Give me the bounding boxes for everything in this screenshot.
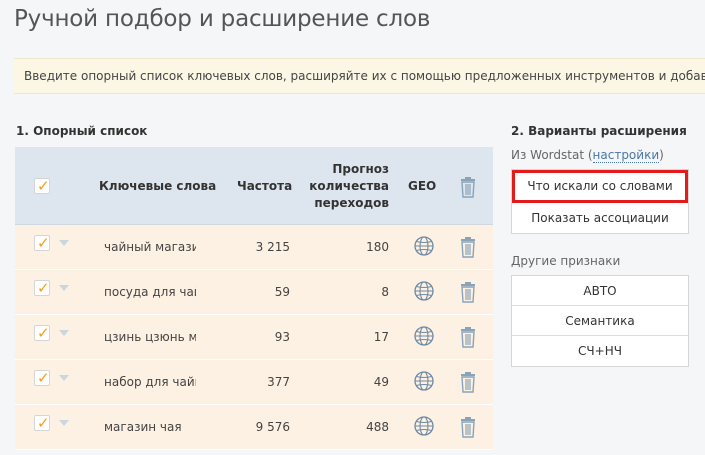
show-associations-button[interactable]: Показать ассоциации bbox=[512, 203, 688, 233]
auto-button[interactable]: АВТО bbox=[512, 276, 688, 306]
wordstat-prefix: Из Wordstat ( bbox=[511, 148, 593, 162]
row-checkbox[interactable]: ✓ bbox=[34, 369, 50, 387]
trash-icon[interactable] bbox=[459, 416, 477, 438]
table-row: ✓ цзинь цзюнь магазин 93 17 bbox=[15, 315, 493, 360]
check-icon: ✓ bbox=[37, 324, 50, 342]
searched-with-words-button[interactable]: Что искали со словами bbox=[512, 170, 688, 203]
column-forecast[interactable]: Прогноз количества переходов bbox=[297, 161, 389, 212]
row-checkbox[interactable]: ✓ bbox=[34, 234, 50, 252]
info-bar: Введите опорный список ключевых слов, ра… bbox=[14, 58, 705, 94]
row-checkbox[interactable]: ✓ bbox=[34, 279, 50, 297]
forecast-cell: 180 bbox=[366, 240, 389, 254]
column-frequency[interactable]: Частота bbox=[237, 179, 292, 193]
globe-icon[interactable] bbox=[413, 235, 435, 257]
mid-low-freq-button[interactable]: СЧ+НЧ bbox=[512, 336, 688, 366]
frequency-cell: 59 bbox=[274, 285, 290, 299]
chevron-down-icon[interactable] bbox=[59, 330, 69, 336]
column-geo: GEO bbox=[408, 179, 437, 193]
forecast-cell: 488 bbox=[366, 420, 389, 434]
reference-list-title: 1. Опорный список bbox=[16, 124, 148, 138]
keyword-cell[interactable]: магазин чая bbox=[104, 420, 196, 434]
check-icon: ✓ bbox=[37, 177, 50, 195]
wordstat-settings-link[interactable]: настройки bbox=[592, 148, 660, 163]
wordstat-label: Из Wordstat (настройки) bbox=[511, 148, 664, 163]
chevron-down-icon[interactable] bbox=[59, 375, 69, 381]
keyword-cell[interactable]: посуда для чайной bbox=[104, 285, 196, 299]
other-features-button-group: АВТО Семантика СЧ+НЧ bbox=[511, 275, 689, 367]
keywords-table: ✓ Ключевые слова Частота Прогноз количес… bbox=[15, 147, 493, 455]
row-checkbox[interactable]: ✓ bbox=[34, 414, 50, 432]
row-checkbox[interactable]: ✓ bbox=[34, 324, 50, 342]
globe-icon[interactable] bbox=[413, 370, 435, 392]
forecast-cell: 49 bbox=[373, 375, 389, 389]
check-icon: ✓ bbox=[37, 414, 50, 432]
forecast-cell: 17 bbox=[373, 330, 389, 344]
check-icon: ✓ bbox=[37, 234, 50, 252]
column-forecast-line2: количества bbox=[309, 179, 389, 193]
chevron-down-icon[interactable] bbox=[59, 420, 69, 426]
check-icon: ✓ bbox=[37, 369, 50, 387]
globe-icon[interactable] bbox=[413, 325, 435, 347]
table-header: ✓ Ключевые слова Частота Прогноз количес… bbox=[15, 147, 493, 225]
chevron-down-icon[interactable] bbox=[59, 285, 69, 291]
column-keywords[interactable]: Ключевые слова bbox=[99, 179, 216, 193]
frequency-cell: 377 bbox=[267, 375, 290, 389]
frequency-cell: 93 bbox=[274, 330, 290, 344]
select-all-checkbox[interactable]: ✓ bbox=[34, 177, 50, 195]
column-forecast-line1: Прогноз bbox=[332, 162, 389, 176]
expansion-options-title: 2. Варианты расширения bbox=[511, 124, 687, 138]
other-features-title: Другие признаки bbox=[511, 254, 621, 268]
delete-all-trash-icon[interactable] bbox=[459, 176, 477, 198]
chevron-down-icon[interactable] bbox=[59, 240, 69, 246]
globe-icon[interactable] bbox=[413, 280, 435, 302]
trash-icon[interactable] bbox=[459, 281, 477, 303]
check-icon: ✓ bbox=[37, 279, 50, 297]
trash-icon[interactable] bbox=[459, 371, 477, 393]
column-forecast-line3: переходов bbox=[314, 196, 389, 210]
forecast-cell: 8 bbox=[381, 285, 389, 299]
frequency-cell: 3 215 bbox=[255, 240, 290, 254]
table-row: ✓ набор для чайной 377 49 bbox=[15, 360, 493, 405]
wordstat-suffix: ) bbox=[659, 148, 664, 162]
keyword-cell[interactable]: набор для чайной bbox=[104, 375, 196, 389]
frequency-cell: 9 576 bbox=[255, 420, 290, 434]
trash-icon[interactable] bbox=[459, 326, 477, 348]
keyword-cell[interactable]: чайный магазин bbox=[104, 240, 196, 254]
table-row: ✓ магазин чая 9 576 488 bbox=[15, 405, 493, 450]
page-title: Ручной подбор и расширение слов bbox=[14, 6, 431, 32]
wordstat-button-group: Что искали со словами Показать ассоциаци… bbox=[511, 169, 689, 234]
table-row: ✓ посуда для чайной 59 8 bbox=[15, 270, 493, 315]
trash-icon[interactable] bbox=[459, 236, 477, 258]
globe-icon[interactable] bbox=[413, 415, 435, 437]
keyword-cell[interactable]: цзинь цзюнь магазин bbox=[104, 330, 196, 344]
table-row: ✓ чайный магазин 3 215 180 bbox=[15, 225, 493, 270]
semantics-button[interactable]: Семантика bbox=[512, 306, 688, 336]
